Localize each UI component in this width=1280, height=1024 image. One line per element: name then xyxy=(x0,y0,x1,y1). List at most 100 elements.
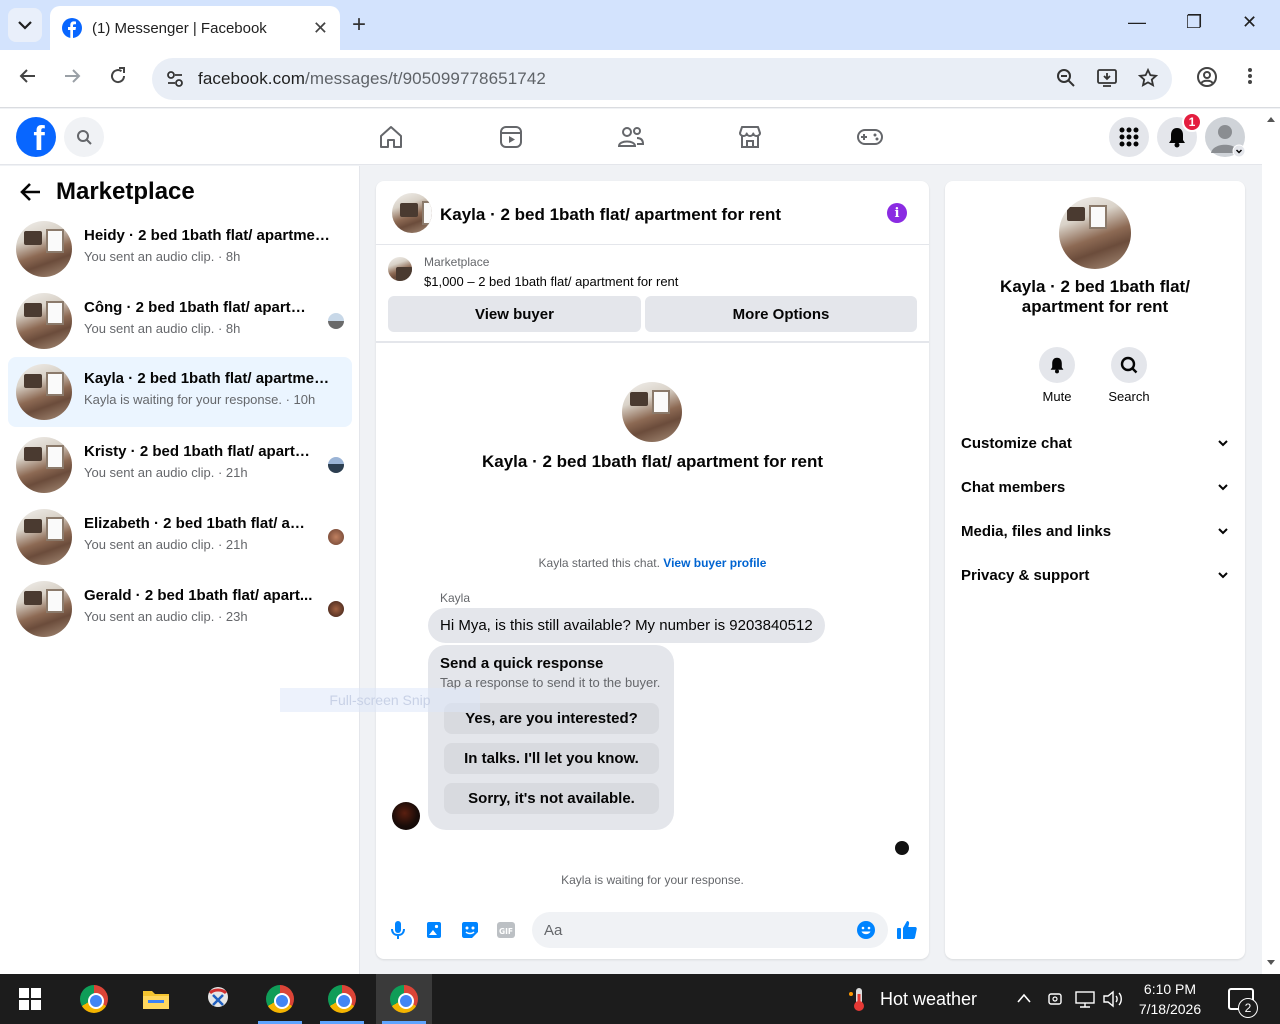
sender-name: Kayla xyxy=(440,591,471,605)
search-in-chat-button[interactable] xyxy=(1111,347,1147,383)
minimize-button[interactable]: — xyxy=(1128,12,1146,33)
close-window-button[interactable]: ✕ xyxy=(1242,12,1257,33)
tab-close-icon[interactable]: ✕ xyxy=(313,18,328,39)
restore-button[interactable]: ❐ xyxy=(1186,12,1202,33)
quick-reply-button[interactable]: In talks. I'll let you know. xyxy=(444,743,659,774)
quick-reply-button[interactable]: Sorry, it's not available. xyxy=(444,783,659,814)
nav-video[interactable] xyxy=(496,123,526,151)
install-app-icon[interactable] xyxy=(1096,68,1118,88)
reload-icon xyxy=(111,67,126,84)
conversation-preview: You sent an audio clip. · 21h xyxy=(84,537,248,552)
kebab-menu-icon xyxy=(1248,68,1252,84)
weather-widget[interactable]: Hot weather xyxy=(848,986,977,1012)
volume-icon[interactable] xyxy=(1102,989,1124,1009)
chrome-icon xyxy=(390,985,418,1013)
chat-title[interactable]: Kayla · 2 bed 1bath flat/ apartment for … xyxy=(440,205,781,225)
photo-icon[interactable] xyxy=(424,920,444,940)
view-buyer-profile-link[interactable]: View buyer profile xyxy=(663,556,766,570)
browser-tab[interactable]: (1) Messenger | Facebook ✕ xyxy=(50,6,340,50)
bell-icon xyxy=(1169,128,1185,148)
conversation-item[interactable]: Elizabeth · 2 bed 1bath flat/ apa... You… xyxy=(8,502,352,572)
gif-icon[interactable]: GIF xyxy=(496,920,516,940)
back-arrow-icon[interactable] xyxy=(20,182,42,202)
weather-text: Hot weather xyxy=(880,988,978,1009)
media-files-links-row[interactable]: Media, files and links xyxy=(961,513,1229,549)
profile-button[interactable] xyxy=(1196,66,1218,94)
seen-avatar xyxy=(328,529,344,545)
new-tab-button[interactable]: + xyxy=(352,12,366,38)
taskbar-chrome-profile-1[interactable] xyxy=(252,974,308,1024)
conversation-name: Gerald · 2 bed 1bath flat/ apart... xyxy=(84,587,313,604)
address-bar[interactable]: facebook.com/messages/t/905099778651742 xyxy=(152,58,1172,100)
chat-started-notice: Kayla started this chat. View buyer prof… xyxy=(376,556,929,570)
conversation-item[interactable]: Kristy · 2 bed 1bath flat/ apartm... You… xyxy=(8,430,352,500)
scroll-down-icon[interactable] xyxy=(1266,959,1276,967)
search-action[interactable]: Search xyxy=(1099,347,1159,404)
menu-button[interactable] xyxy=(1109,117,1149,157)
notification-count: 2 xyxy=(1238,998,1258,1018)
message-input[interactable]: Aa xyxy=(532,912,888,948)
chat-avatar[interactable] xyxy=(392,193,432,233)
intro-avatar xyxy=(622,382,682,442)
conversation-item-active[interactable]: Kayla · 2 bed 1bath flat/ apartmen... Ka… xyxy=(8,357,352,427)
conversation-item[interactable]: Gerald · 2 bed 1bath flat/ apart... You … xyxy=(8,574,352,644)
customize-chat-row[interactable]: Customize chat xyxy=(961,425,1229,461)
zoom-icon[interactable] xyxy=(1056,68,1076,88)
avatar xyxy=(16,581,72,637)
info-icon[interactable]: i xyxy=(887,203,907,223)
conversation-item[interactable]: Heidy · 2 bed 1bath flat/ apartmen... Yo… xyxy=(8,214,352,284)
gamepad-icon xyxy=(857,129,883,145)
taskbar-chrome-active[interactable] xyxy=(376,974,432,1024)
facebook-search-button[interactable] xyxy=(64,117,104,157)
menu-label: Chat members xyxy=(961,478,1066,496)
forward-button[interactable] xyxy=(62,66,82,92)
nav-marketplace[interactable] xyxy=(735,123,765,151)
clock-date: 7/18/2026 xyxy=(1138,1001,1202,1017)
reload-button[interactable] xyxy=(108,66,128,92)
clock-time: 6:10 PM xyxy=(1143,981,1197,997)
back-button[interactable] xyxy=(18,66,38,92)
scroll-up-icon[interactable] xyxy=(1266,115,1276,123)
taskbar-chrome[interactable] xyxy=(66,974,122,1024)
system-clock[interactable]: 6:10 PM 7/18/2026 xyxy=(1130,979,1210,1019)
mute-action[interactable]: Mute xyxy=(1027,347,1087,404)
sticker-icon[interactable] xyxy=(460,920,480,940)
nav-gaming[interactable] xyxy=(855,123,885,151)
more-options-button[interactable]: More Options xyxy=(645,296,917,332)
facebook-f-icon: f xyxy=(33,120,45,157)
meet-now-icon[interactable] xyxy=(1046,990,1064,1008)
thumbs-up-icon[interactable] xyxy=(896,919,918,941)
taskbar-file-explorer[interactable] xyxy=(128,974,184,1024)
chevron-up-icon[interactable] xyxy=(1016,992,1032,1004)
start-button[interactable] xyxy=(2,974,58,1024)
nav-home[interactable] xyxy=(376,123,406,151)
facebook-logo[interactable]: f xyxy=(16,117,56,157)
menu-label: Customize chat xyxy=(961,434,1072,452)
conversation-item[interactable]: Công · 2 bed 1bath flat/ apartm... You s… xyxy=(8,286,352,356)
sidebar-header: Marketplace xyxy=(20,178,195,206)
network-icon[interactable] xyxy=(1074,990,1096,1008)
page-scrollbar[interactable] xyxy=(1262,109,1280,974)
message-bubble[interactable]: Hi Mya, is this still available? My numb… xyxy=(428,608,825,643)
emoji-icon[interactable] xyxy=(856,920,876,940)
avatar xyxy=(16,509,72,565)
chat-members-row[interactable]: Chat members xyxy=(961,469,1229,505)
video-icon xyxy=(500,126,522,148)
bell-icon xyxy=(1050,357,1064,374)
tab-search-button[interactable] xyxy=(8,8,42,42)
taskbar-chrome-profile-2[interactable] xyxy=(314,974,370,1024)
nav-friends[interactable] xyxy=(616,123,646,151)
listing-thumbnail[interactable] xyxy=(388,257,412,281)
conversation-name: Kristy · 2 bed 1bath flat/ apartm... xyxy=(84,443,314,460)
chrome-menu-button[interactable] xyxy=(1246,66,1254,92)
listing-title[interactable]: $1,000 – 2 bed 1bath flat/ apartment for… xyxy=(424,274,678,289)
taskbar-snipping-tool[interactable] xyxy=(190,974,246,1024)
quick-response-card: Send a quick response Tap a response to … xyxy=(428,645,674,830)
account-avatar[interactable] xyxy=(1205,117,1245,157)
bookmark-star-icon[interactable] xyxy=(1138,68,1158,88)
avatar xyxy=(16,221,72,277)
view-buyer-button[interactable]: View buyer xyxy=(388,296,641,332)
mute-button[interactable] xyxy=(1039,347,1075,383)
privacy-support-row[interactable]: Privacy & support xyxy=(961,557,1229,593)
microphone-icon[interactable] xyxy=(388,920,408,940)
